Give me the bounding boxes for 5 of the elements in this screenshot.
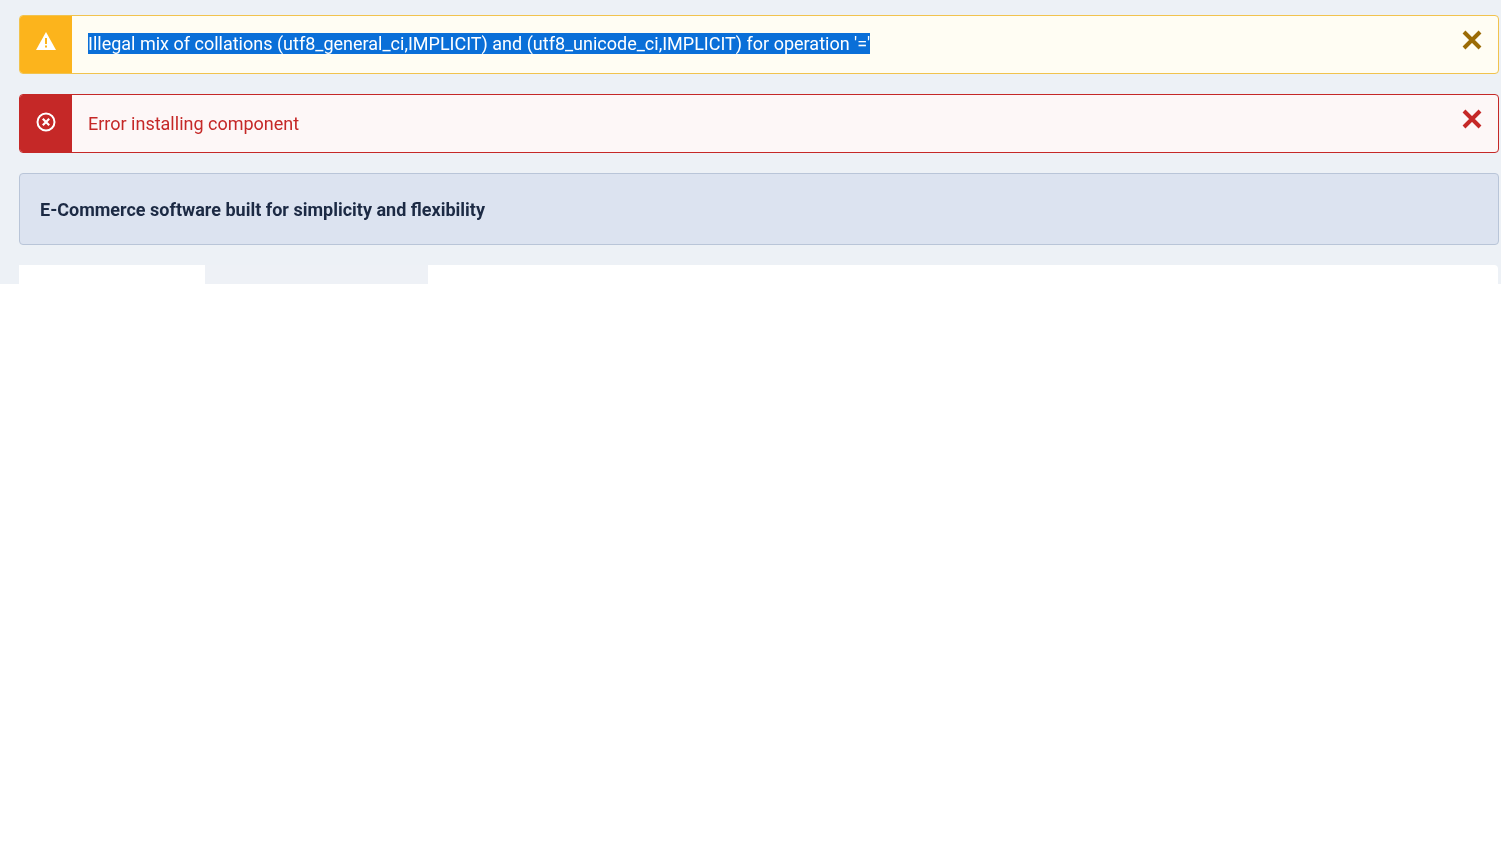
warning-icon bbox=[36, 32, 56, 50]
alert-message: Error installing component bbox=[88, 113, 300, 134]
alert-message: Illegal mix of collations (utf8_general_ci,IMPLICIT) and (utf8_unicode_ci,IMPLICIT) for operation '=' bbox=[88, 33, 871, 54]
alert-message: E-Commerce software built for simplicity and flexibility bbox=[40, 198, 486, 220]
error-circle-icon bbox=[36, 112, 56, 132]
